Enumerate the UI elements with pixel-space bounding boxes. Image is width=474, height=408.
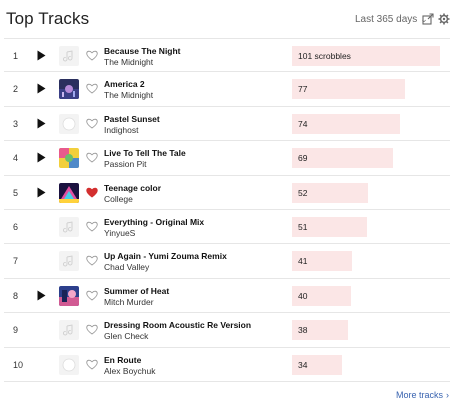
track-rank: 4 [13, 153, 19, 164]
heart-icon[interactable] [86, 290, 98, 301]
heart-icon[interactable] [86, 118, 98, 129]
scrobble-bar[interactable]: 40 [292, 285, 440, 306]
track-rank: 7 [13, 256, 19, 267]
period-dropdown[interactable]: Last 365 days ⌄ [355, 14, 428, 25]
track-title-link[interactable]: Summer of Heat [104, 286, 169, 296]
scrobble-bar[interactable]: 69 [292, 148, 440, 169]
play-icon[interactable] [37, 290, 46, 301]
album-art[interactable] [59, 182, 79, 203]
heart-icon[interactable] [86, 255, 98, 266]
track-rank: 6 [13, 221, 19, 232]
album-art[interactable] [59, 216, 79, 237]
scrobble-bar-fill [292, 79, 405, 100]
track-row[interactable]: 2 America 2 The Midnight 77 [4, 72, 450, 107]
track-row[interactable]: 6 Everything - Original Mix YinyueS 51 [4, 210, 450, 245]
album-art[interactable] [59, 46, 79, 66]
scrobble-count: 74 [298, 118, 308, 129]
track-rank: 1 [13, 51, 19, 61]
more-tracks-link[interactable]: More tracks › [396, 390, 449, 400]
scrobble-bar[interactable]: 77 [292, 79, 440, 100]
scrobble-count: 51 [298, 221, 308, 232]
scrobble-count: 34 [298, 359, 308, 370]
artist-link[interactable]: YinyueS [104, 228, 135, 238]
scrobble-bar-fill [292, 113, 401, 134]
play-icon[interactable] [37, 50, 46, 61]
more-tracks-label: More tracks [396, 390, 444, 400]
scrobble-bar[interactable]: 34 [292, 354, 440, 375]
scrobble-count: 69 [298, 153, 308, 164]
play-icon[interactable] [37, 83, 46, 94]
gear-icon[interactable] [438, 13, 450, 25]
track-row[interactable]: 9 Dressing Room Acoustic Re Version Glen C… [4, 313, 450, 348]
track-title-link[interactable]: En Route [104, 355, 141, 365]
track-rank: 3 [13, 118, 19, 129]
scrobble-count: 52 [298, 187, 308, 198]
artist-link[interactable]: Mitch Murder [104, 297, 154, 307]
track-row[interactable]: 5 Teenage color College 52 [4, 176, 450, 210]
track-row[interactable]: 7 Up Again - Yumi Zouma Remix Chad Valley 4… [4, 244, 450, 279]
track-rank: 9 [13, 325, 19, 336]
track-title-link[interactable]: Up Again - Yumi Zouma Remix [104, 251, 227, 261]
period-label: Last 365 days [355, 14, 418, 25]
scrobble-bar[interactable]: 74 [292, 113, 440, 134]
header: Top Tracks Last 365 days ⌄ [0, 0, 474, 36]
heart-icon[interactable] [86, 187, 98, 198]
heart-icon[interactable] [86, 324, 98, 335]
artist-link[interactable]: Chad Valley [104, 262, 149, 272]
play-icon[interactable] [37, 152, 46, 163]
scrobble-bar[interactable]: 41 [292, 251, 440, 272]
heart-icon[interactable] [86, 50, 98, 61]
share-icon[interactable] [422, 13, 434, 25]
album-art[interactable] [59, 148, 79, 169]
album-art[interactable] [59, 79, 79, 100]
track-list: 1 Because The Night The Midnight 101 scrobb… [4, 38, 450, 382]
artist-link[interactable]: Indighost [104, 125, 139, 135]
track-title-link[interactable]: America 2 [104, 79, 145, 89]
album-art[interactable] [59, 354, 79, 375]
track-row[interactable]: 10 En Route Alex Boychuk 34 [4, 348, 450, 382]
track-title-link[interactable]: Because The Night [104, 46, 181, 56]
scrobble-count: 77 [298, 84, 308, 95]
heart-icon[interactable] [86, 83, 98, 94]
artist-link[interactable]: College [104, 194, 133, 204]
track-title-link[interactable]: Everything - Original Mix [104, 217, 204, 227]
scrobble-count: 41 [298, 256, 308, 267]
chevron-right-icon: › [446, 390, 450, 400]
scrobble-count: 40 [298, 290, 308, 301]
heart-icon[interactable] [86, 221, 98, 232]
artist-link[interactable]: Alex Boychuk [104, 366, 156, 376]
scrobble-count: 101 scrobbles [298, 51, 351, 61]
album-art[interactable] [59, 285, 79, 306]
album-art[interactable] [59, 320, 79, 341]
track-row[interactable]: 3 Pastel Sunset Indighost 74 [4, 107, 450, 142]
scrobble-bar[interactable]: 38 [292, 320, 440, 341]
heart-icon[interactable] [86, 152, 98, 163]
track-row[interactable]: 8 Summer of Heat Mitch Murder 40 [4, 279, 450, 314]
heart-icon[interactable] [86, 359, 98, 370]
page-title: Top Tracks [6, 9, 90, 28]
track-title-link[interactable]: Teenage color [104, 183, 161, 193]
track-title-link[interactable]: Pastel Sunset [104, 114, 160, 124]
scrobble-bar[interactable]: 101 scrobbles [292, 46, 440, 66]
artist-link[interactable]: Glen Check [104, 331, 148, 341]
scrobble-count: 38 [298, 325, 308, 336]
artist-link[interactable]: The Midnight [104, 90, 153, 100]
artist-link[interactable]: Passion Pit [104, 159, 147, 169]
track-title-link[interactable]: Live To Tell The Tale [104, 148, 186, 158]
album-art[interactable] [59, 251, 79, 272]
track-title-link[interactable]: Dressing Room Acoustic Re Version [104, 320, 251, 330]
track-rank: 5 [13, 187, 19, 198]
track-rank: 10 [13, 359, 24, 370]
artist-link[interactable]: The Midnight [104, 57, 153, 67]
album-art[interactable] [59, 113, 79, 134]
track-rank: 8 [13, 290, 19, 301]
track-row[interactable]: 4 Live To Tell The Tale Passion Pit 69 [4, 141, 450, 176]
track-row[interactable]: 1 Because The Night The Midnight 101 scrobb… [4, 38, 450, 73]
track-rank: 2 [13, 84, 19, 95]
play-icon[interactable] [37, 118, 46, 129]
play-icon[interactable] [37, 187, 46, 198]
scrobble-bar[interactable]: 51 [292, 216, 440, 237]
scrobble-bar[interactable]: 52 [292, 182, 440, 203]
